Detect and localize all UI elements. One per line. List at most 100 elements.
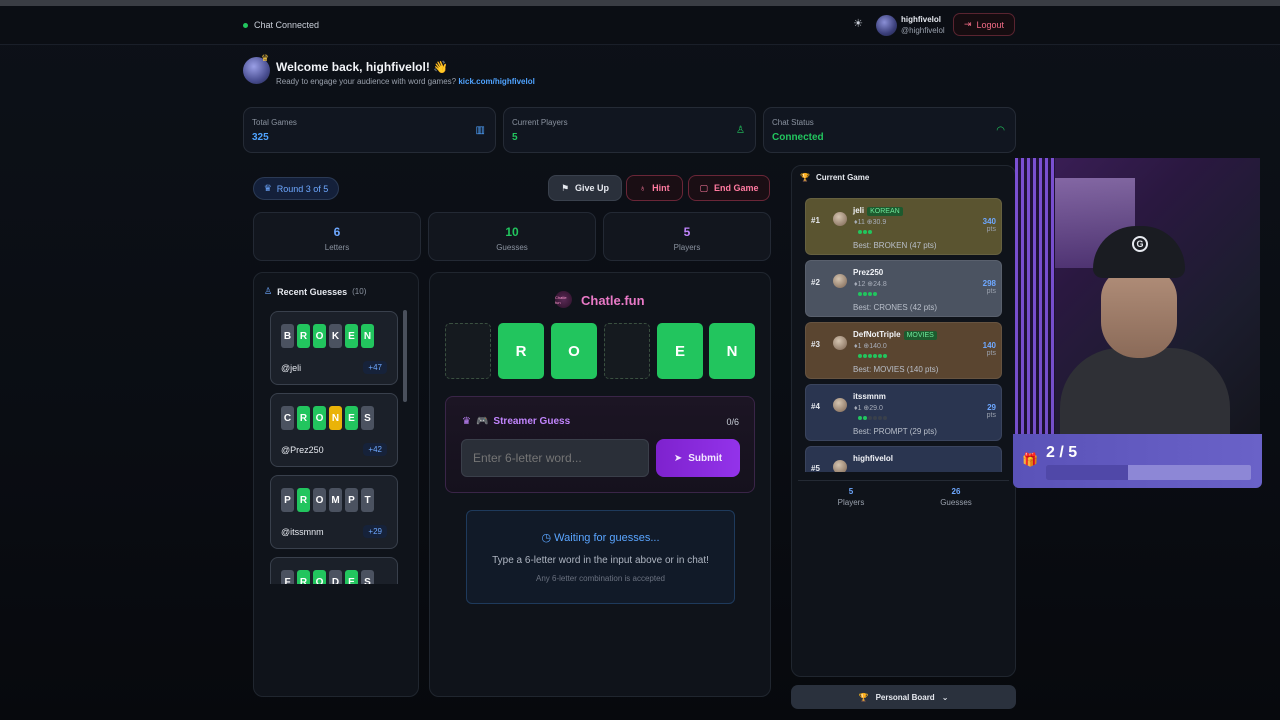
- submit-button[interactable]: ➤ Submit: [656, 439, 740, 477]
- stat-card-chat-status: Chat Status Connected ◠: [763, 107, 1016, 153]
- chat-status-label: Chat Connected: [254, 20, 320, 30]
- leaderboard-row[interactable]: #1 jeli KOREAN ♦11 ⊕30.9 Best: BROKEN (47 pt…: [805, 198, 1002, 255]
- leaderboard-row[interactable]: #3 DefNotTriple MOVIES ♦1 ⊕140.0 Best: MOVIE…: [805, 322, 1002, 379]
- guess-tiles: CRONES: [281, 406, 374, 430]
- player-points: 298 pts: [982, 279, 996, 295]
- guess-card: B R O K E N @jeli +47: [270, 311, 398, 385]
- board-tile: O: [551, 323, 597, 379]
- chat-status-indicator: Chat Connected: [243, 20, 319, 30]
- letter-tile: O: [313, 324, 326, 348]
- current-game-header: 🏆 Current Game: [800, 173, 870, 182]
- rank-label: #3: [811, 340, 820, 349]
- player-best: Best: CRONES (42 pts): [853, 303, 938, 312]
- stat-value: 5: [512, 132, 518, 143]
- stream-goal-widget: 🎁 2 / 5: [1013, 434, 1262, 488]
- avatar: [833, 274, 847, 288]
- player-name: highfivelol: [853, 454, 893, 463]
- guess-points-badge: +29: [363, 525, 387, 538]
- letters-stat: 6 Letters: [253, 212, 421, 261]
- player-meta: ♦11 ⊕30.9: [854, 219, 887, 226]
- letter-tile: T: [361, 488, 374, 512]
- recent-guesses-header: ♙ Recent Guesses (10): [264, 286, 367, 297]
- leaderboard-row[interactable]: #2 Prez250 ♦12 ⊕24.8 Best: CRONES (42 pts) 2…: [805, 260, 1002, 317]
- letter-tile: S: [361, 406, 374, 430]
- avatar: [833, 336, 847, 350]
- avatar: [833, 398, 847, 412]
- letter-tile: O: [313, 570, 326, 584]
- letter-tile: C: [281, 406, 294, 430]
- letter-tile: N: [329, 406, 342, 430]
- stop-icon: ▢: [699, 182, 708, 193]
- guess-user: @Prez250: [281, 445, 324, 455]
- clock-icon: ◷: [541, 532, 552, 544]
- logout-button[interactable]: ⇥ Logout: [953, 13, 1015, 36]
- welcome-subtitle: Ready to engage your audience with word …: [276, 77, 535, 86]
- guess-tiles: BROKEN: [281, 324, 374, 348]
- player-name: Prez250: [853, 268, 884, 277]
- stat-card-total-games: Total Games 325 ▥: [243, 107, 496, 153]
- welcome-title: Welcome back, highfivelol! 👋: [276, 60, 449, 74]
- player-points: 340 pts: [982, 217, 996, 233]
- channel-link[interactable]: kick.com/highfivelol: [458, 77, 534, 86]
- chatle-logo-icon: Chatle fun: [555, 291, 572, 308]
- send-icon: ➤: [673, 452, 683, 464]
- theme-toggle-sun-icon[interactable]: ☀: [852, 18, 864, 30]
- leaderboard-row[interactable]: #5 highfivelol: [805, 446, 1002, 472]
- rank-label: #2: [811, 278, 820, 287]
- guess-card: P R O M P T @itssmnm +29: [270, 475, 398, 549]
- player-tag: MOVIES: [903, 331, 937, 340]
- board-tile-empty: [445, 323, 491, 379]
- give-up-button[interactable]: ⚑ Give Up: [548, 175, 622, 201]
- avatar: [833, 212, 847, 226]
- lightbulb-icon: ♁: [639, 183, 647, 193]
- letter-tile: N: [361, 324, 374, 348]
- letter-tile: O: [313, 406, 326, 430]
- game-logo-title: Chatle.fun: [581, 293, 645, 308]
- leaderboard-row[interactable]: #4 itssmnm ♦1 ⊕29.0 Best: PROMPT (29 pts) 29…: [805, 384, 1002, 441]
- word-input[interactable]: [461, 439, 649, 477]
- player-name: itssmnm: [853, 392, 886, 401]
- guess-points-badge: +47: [363, 361, 387, 374]
- gamepad-icon: 🎮: [475, 416, 489, 427]
- guesses-stat: 10 Guesses: [428, 212, 596, 261]
- letter-tile: R: [297, 324, 310, 348]
- letter-tile: E: [345, 406, 358, 430]
- header-handle: @highfivelol: [901, 26, 945, 35]
- player-meta: ♦12 ⊕24.8: [854, 281, 887, 288]
- progress-dots: [858, 354, 887, 358]
- player-tag: KOREAN: [867, 207, 903, 216]
- guess-card: C R O N E S @Prez250 +42: [270, 393, 398, 467]
- chevron-down-icon: ⌄: [941, 692, 949, 702]
- avatar[interactable]: [876, 15, 897, 36]
- letter-tile: K: [329, 324, 342, 348]
- bar-chart-icon: ▥: [475, 125, 485, 136]
- end-game-button[interactable]: ▢ End Game: [688, 175, 770, 201]
- rank-label: #1: [811, 216, 820, 225]
- crown-icon: ♛: [462, 416, 471, 427]
- guess-user: @itssmnm: [281, 527, 324, 537]
- letter-tile: R: [297, 488, 310, 512]
- goal-progress-text: 2 / 5: [1046, 444, 1078, 461]
- letter-tile: M: [329, 488, 342, 512]
- scrollbar[interactable]: [403, 310, 407, 402]
- logout-label: Logout: [976, 19, 1005, 30]
- stat-value: 325: [252, 132, 269, 143]
- trophy-icon: 🏆: [858, 692, 869, 702]
- player-name: DefNotTriple MOVIES: [853, 330, 937, 340]
- avatar: [833, 460, 847, 472]
- letter-tile: D: [329, 570, 342, 584]
- guess-tiles: PROMPT: [281, 488, 374, 512]
- player-best: Best: MOVIES (140 pts): [853, 365, 939, 374]
- hint-button[interactable]: ♁ Hint: [626, 175, 683, 201]
- flag-icon: ⚑: [560, 182, 570, 193]
- board-tile-empty: [604, 323, 650, 379]
- players-stat: 5 Players: [603, 212, 771, 261]
- personal-board-button[interactable]: 🏆 Personal Board ⌄: [791, 685, 1016, 709]
- board-tile: N: [709, 323, 755, 379]
- gift-icon: 🎁: [1022, 452, 1039, 467]
- recent-guesses-list[interactable]: B R O K E N @jeli +47 C R O N E S @Prez250 +42 P R O M P T @it…: [265, 308, 403, 584]
- leaderboard-list[interactable]: #1 jeli KOREAN ♦11 ⊕30.9 Best: BROKEN (47 pt…: [805, 198, 1005, 472]
- guess-user: @jeli: [281, 363, 302, 373]
- round-indicator: ♛ Round 3 of 5: [253, 177, 339, 200]
- progress-dots: [858, 230, 872, 234]
